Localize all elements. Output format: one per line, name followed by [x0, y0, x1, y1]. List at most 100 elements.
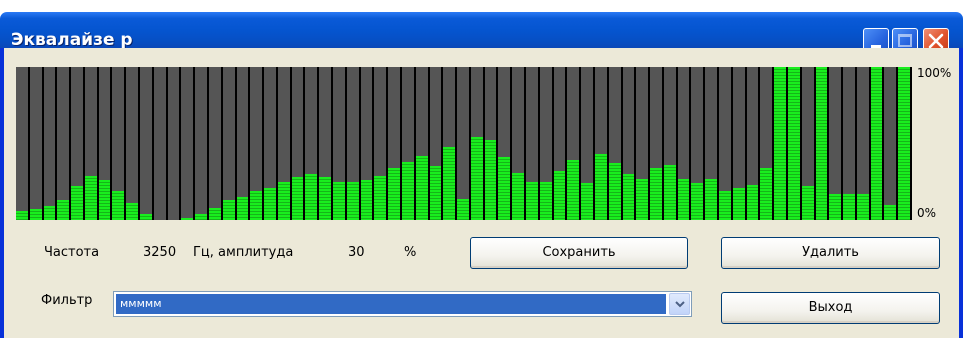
- equalizer-band[interactable]: [16, 67, 28, 220]
- equalizer-band[interactable]: [140, 67, 152, 220]
- equalizer-band-level: [471, 137, 483, 220]
- equalizer-band[interactable]: [402, 67, 414, 220]
- title-bar[interactable]: Эквалайзе р: [0, 12, 963, 54]
- equalizer-band-level: [361, 180, 372, 220]
- equalizer-band[interactable]: [595, 67, 607, 220]
- equalizer-band-level: [140, 214, 152, 220]
- equalizer-band[interactable]: [788, 67, 800, 220]
- exit-button[interactable]: Выход: [721, 292, 940, 324]
- equalizer-band-level: [181, 218, 193, 220]
- equalizer-graph[interactable]: [16, 67, 912, 220]
- equalizer-band[interactable]: [485, 67, 496, 220]
- equalizer-band[interactable]: [581, 67, 593, 220]
- equalizer-band[interactable]: [554, 67, 565, 220]
- equalizer-band[interactable]: [884, 67, 896, 220]
- equalizer-band-level: [512, 173, 524, 220]
- equalizer-band[interactable]: [719, 67, 731, 220]
- equalizer-band[interactable]: [181, 67, 193, 220]
- equalizer-band[interactable]: [430, 67, 441, 220]
- equalizer-band-level: [774, 67, 786, 220]
- equalizer-band[interactable]: [678, 67, 689, 220]
- equalizer-band[interactable]: [292, 67, 303, 220]
- equalizer-band[interactable]: [802, 67, 814, 220]
- delete-button[interactable]: Удалить: [721, 237, 940, 269]
- equalizer-band[interactable]: [471, 67, 483, 220]
- equalizer-band-level: [678, 179, 689, 220]
- equalizer-band[interactable]: [498, 67, 510, 220]
- equalizer-band[interactable]: [774, 67, 786, 220]
- equalizer-band-level: [691, 183, 703, 220]
- window-border-right: [959, 48, 963, 338]
- equalizer-band[interactable]: [457, 67, 469, 220]
- equalizer-band-level: [402, 162, 414, 220]
- scale-min-label: 0%: [917, 206, 937, 220]
- equalizer-band[interactable]: [857, 67, 869, 220]
- equalizer-band-level: [788, 67, 800, 220]
- equalizer-band[interactable]: [333, 67, 345, 220]
- equalizer-band[interactable]: [223, 67, 235, 220]
- equalizer-band[interactable]: [526, 67, 538, 220]
- equalizer-band[interactable]: [278, 67, 290, 220]
- equalizer-band[interactable]: [264, 67, 276, 220]
- equalizer-band[interactable]: [829, 67, 841, 220]
- equalizer-band[interactable]: [305, 67, 317, 220]
- equalizer-band-level: [99, 180, 110, 220]
- filter-select[interactable]: ммммм: [113, 291, 692, 317]
- equalizer-band-level: [333, 182, 345, 220]
- equalizer-band[interactable]: [871, 67, 882, 220]
- equalizer-band[interactable]: [319, 67, 331, 220]
- equalizer-band-level: [485, 140, 496, 220]
- equalizer-band-level: [664, 165, 676, 220]
- equalizer-band-level: [747, 185, 758, 220]
- equalizer-band-level: [44, 206, 55, 220]
- equalizer-band[interactable]: [44, 67, 55, 220]
- equalizer-band[interactable]: [636, 67, 648, 220]
- chevron-down-icon[interactable]: [669, 293, 690, 315]
- equalizer-window: Эквалайзе р 100% 0% Частота 3250 Гц, амп…: [0, 0, 963, 338]
- equalizer-band[interactable]: [126, 67, 138, 220]
- equalizer-band[interactable]: [154, 67, 166, 220]
- equalizer-band-level: [802, 186, 814, 220]
- equalizer-band[interactable]: [843, 67, 855, 220]
- equalizer-band[interactable]: [374, 67, 386, 220]
- equalizer-band[interactable]: [388, 67, 400, 220]
- equalizer-band[interactable]: [57, 67, 69, 220]
- equalizer-band-level: [430, 166, 441, 220]
- equalizer-band[interactable]: [195, 67, 207, 220]
- equalizer-band[interactable]: [540, 67, 552, 220]
- equalizer-band[interactable]: [747, 67, 758, 220]
- equalizer-band[interactable]: [898, 67, 910, 220]
- equalizer-band[interactable]: [623, 67, 634, 220]
- equalizer-band[interactable]: [816, 67, 827, 220]
- equalizer-band-level: [57, 200, 69, 220]
- equalizer-band[interactable]: [250, 67, 262, 220]
- equalizer-band[interactable]: [650, 67, 662, 220]
- equalizer-band[interactable]: [609, 67, 621, 220]
- equalizer-band[interactable]: [237, 67, 248, 220]
- equalizer-band-level: [884, 205, 896, 220]
- equalizer-band[interactable]: [760, 67, 772, 220]
- filter-label: Фильтр: [41, 293, 93, 308]
- equalizer-band[interactable]: [347, 67, 359, 220]
- equalizer-band-level: [609, 163, 621, 220]
- equalizer-band[interactable]: [85, 67, 97, 220]
- equalizer-band[interactable]: [733, 67, 745, 220]
- equalizer-band-level: [264, 188, 276, 220]
- equalizer-band[interactable]: [705, 67, 717, 220]
- equalizer-band[interactable]: [416, 67, 428, 220]
- save-button[interactable]: Сохранить: [470, 237, 688, 269]
- equalizer-band[interactable]: [112, 67, 124, 220]
- equalizer-band[interactable]: [443, 67, 455, 220]
- equalizer-band[interactable]: [691, 67, 703, 220]
- equalizer-band[interactable]: [361, 67, 372, 220]
- equalizer-band[interactable]: [71, 67, 83, 220]
- equalizer-band[interactable]: [99, 67, 110, 220]
- equalizer-band[interactable]: [168, 67, 179, 220]
- equalizer-band[interactable]: [664, 67, 676, 220]
- equalizer-band-level: [457, 199, 469, 220]
- equalizer-band[interactable]: [512, 67, 524, 220]
- equalizer-band[interactable]: [567, 67, 579, 220]
- equalizer-band[interactable]: [30, 67, 42, 220]
- equalizer-band[interactable]: [209, 67, 221, 220]
- equalizer-band-level: [16, 211, 28, 220]
